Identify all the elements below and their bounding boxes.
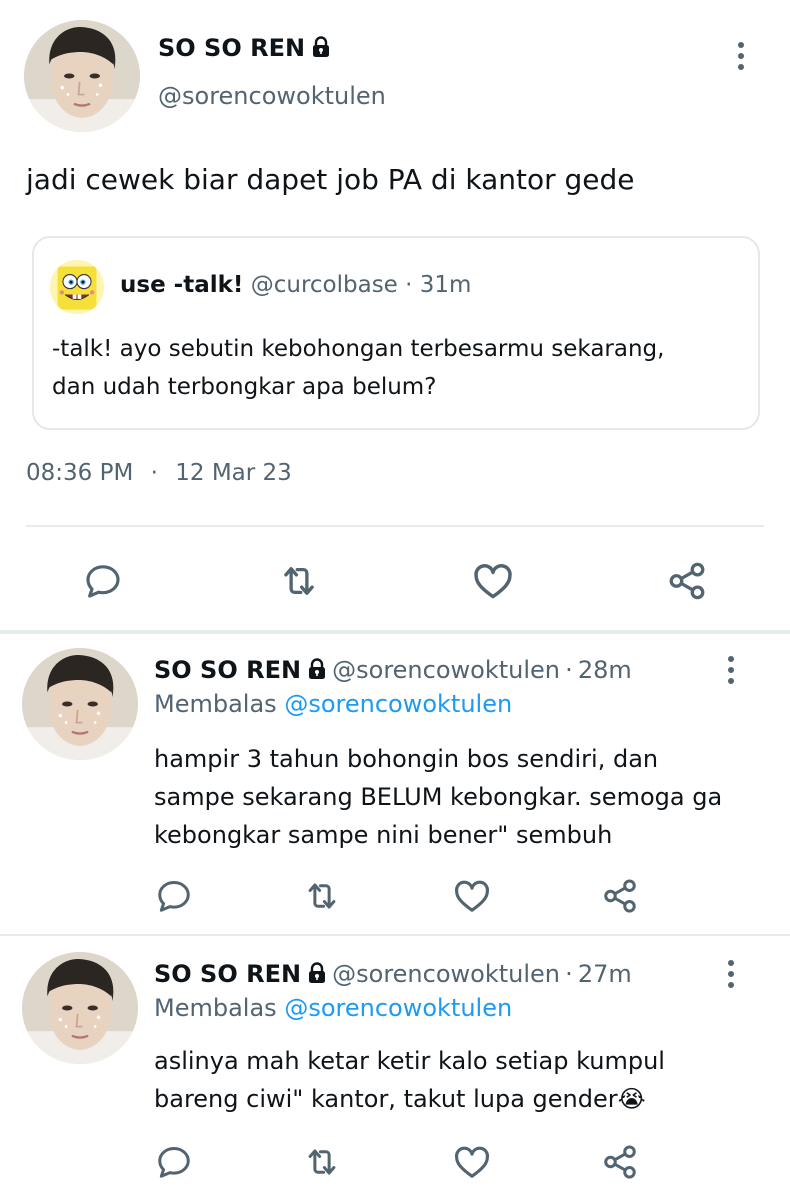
author-name-row[interactable]: SO SO REN: [158, 34, 331, 62]
author-name: SO SO REN: [158, 34, 306, 62]
divider: [26, 525, 764, 527]
separator: ·: [150, 460, 158, 486]
reply-author-handle[interactable]: @sorencowoktulen: [332, 656, 560, 684]
replying-handle-link[interactable]: @sorencowoktulen: [284, 994, 512, 1022]
reply-time: 27m: [577, 960, 632, 988]
reply-header: SO SO REN @sorencowoktulen · 27m: [154, 960, 632, 988]
reply-text-line: sampe sekarang BELUM kebongkar. semoga g…: [154, 783, 723, 811]
lock-icon: [311, 36, 331, 58]
tweet-date: 12 Mar 23: [175, 460, 292, 486]
separator: ·: [565, 960, 573, 988]
divider: [0, 630, 790, 634]
tweet-timestamp[interactable]: 08:36 PM · 12 Mar 23: [26, 460, 292, 486]
quoted-time: 31m: [419, 272, 472, 298]
reply-author-handle[interactable]: @sorencowoktulen: [332, 960, 560, 988]
more-icon[interactable]: [738, 42, 744, 70]
tweet-text: jadi cewek biar dapet job PA di kantor g…: [26, 163, 635, 196]
replying-to: Membalas @sorencowoktulen: [154, 690, 512, 718]
share-icon[interactable]: [598, 1140, 642, 1184]
reply-icon[interactable]: [78, 558, 128, 604]
quoted-author-handle: @curcolbase: [250, 272, 398, 298]
retweet-icon[interactable]: [274, 558, 324, 604]
lock-icon: [307, 658, 327, 680]
reply-icon[interactable]: [152, 1140, 196, 1184]
share-icon[interactable]: [598, 874, 642, 918]
quoted-header: use -talk! @curcolbase · 31m: [120, 272, 471, 298]
reply-author-name[interactable]: SO SO REN: [154, 960, 301, 988]
crying-emoji: 😭: [617, 1085, 646, 1113]
reply-text-line: hampir 3 tahun bohongin bos sendiri, dan: [154, 745, 659, 773]
like-icon[interactable]: [468, 558, 518, 604]
more-icon[interactable]: [728, 960, 734, 988]
reply-avatar[interactable]: [22, 648, 138, 760]
quoted-author-name: use -talk!: [120, 272, 244, 298]
separator: ·: [405, 272, 413, 298]
retweet-icon[interactable]: [300, 1140, 344, 1184]
lock-icon: [307, 962, 327, 984]
replying-label: Membalas: [154, 690, 277, 718]
like-icon[interactable]: [450, 874, 494, 918]
separator: ·: [565, 656, 573, 684]
quoted-text: -talk! ayo sebutin kebohongan terbesarmu…: [52, 330, 664, 406]
quoted-avatar: [50, 260, 104, 314]
more-icon[interactable]: [728, 656, 734, 684]
reply-text: hampir 3 tahun bohongin bos sendiri, dan…: [154, 740, 722, 854]
replying-to: Membalas @sorencowoktulen: [154, 994, 512, 1022]
author-avatar[interactable]: [24, 20, 140, 132]
quoted-text-line: dan udah terbongkar apa belum?: [52, 374, 437, 400]
reply-avatar[interactable]: [22, 952, 138, 1064]
quoted-text-line: -talk! ayo sebutin kebohongan terbesarmu…: [52, 336, 665, 362]
share-icon[interactable]: [662, 558, 712, 604]
author-handle[interactable]: @sorencowoktulen: [158, 82, 386, 110]
reply-icon[interactable]: [152, 874, 196, 918]
reply-header: SO SO REN @sorencowoktulen · 28m: [154, 656, 632, 684]
like-icon[interactable]: [450, 1140, 494, 1184]
reply-author-name[interactable]: SO SO REN: [154, 656, 301, 684]
tweet-time: 08:36 PM: [26, 460, 134, 486]
replying-handle-link[interactable]: @sorencowoktulen: [284, 690, 512, 718]
reply-text-fragment: bareng ciwi" kantor, takut lupa gender: [154, 1085, 618, 1113]
reply-time: 28m: [577, 656, 632, 684]
reply-text: aslinya mah ketar ketir kalo setiap kump…: [154, 1042, 665, 1118]
reply-text-line: bareng ciwi" kantor, takut lupa gender😭: [154, 1080, 665, 1118]
retweet-icon[interactable]: [300, 874, 344, 918]
reply-text-line: kebongkar sampe nini bener" sembuh: [154, 821, 613, 849]
replying-label: Membalas: [154, 994, 277, 1022]
divider: [0, 934, 790, 936]
reply-text-line: aslinya mah ketar ketir kalo setiap kump…: [154, 1047, 665, 1075]
quoted-tweet[interactable]: use -talk! @curcolbase · 31m -talk! ayo …: [32, 236, 760, 430]
